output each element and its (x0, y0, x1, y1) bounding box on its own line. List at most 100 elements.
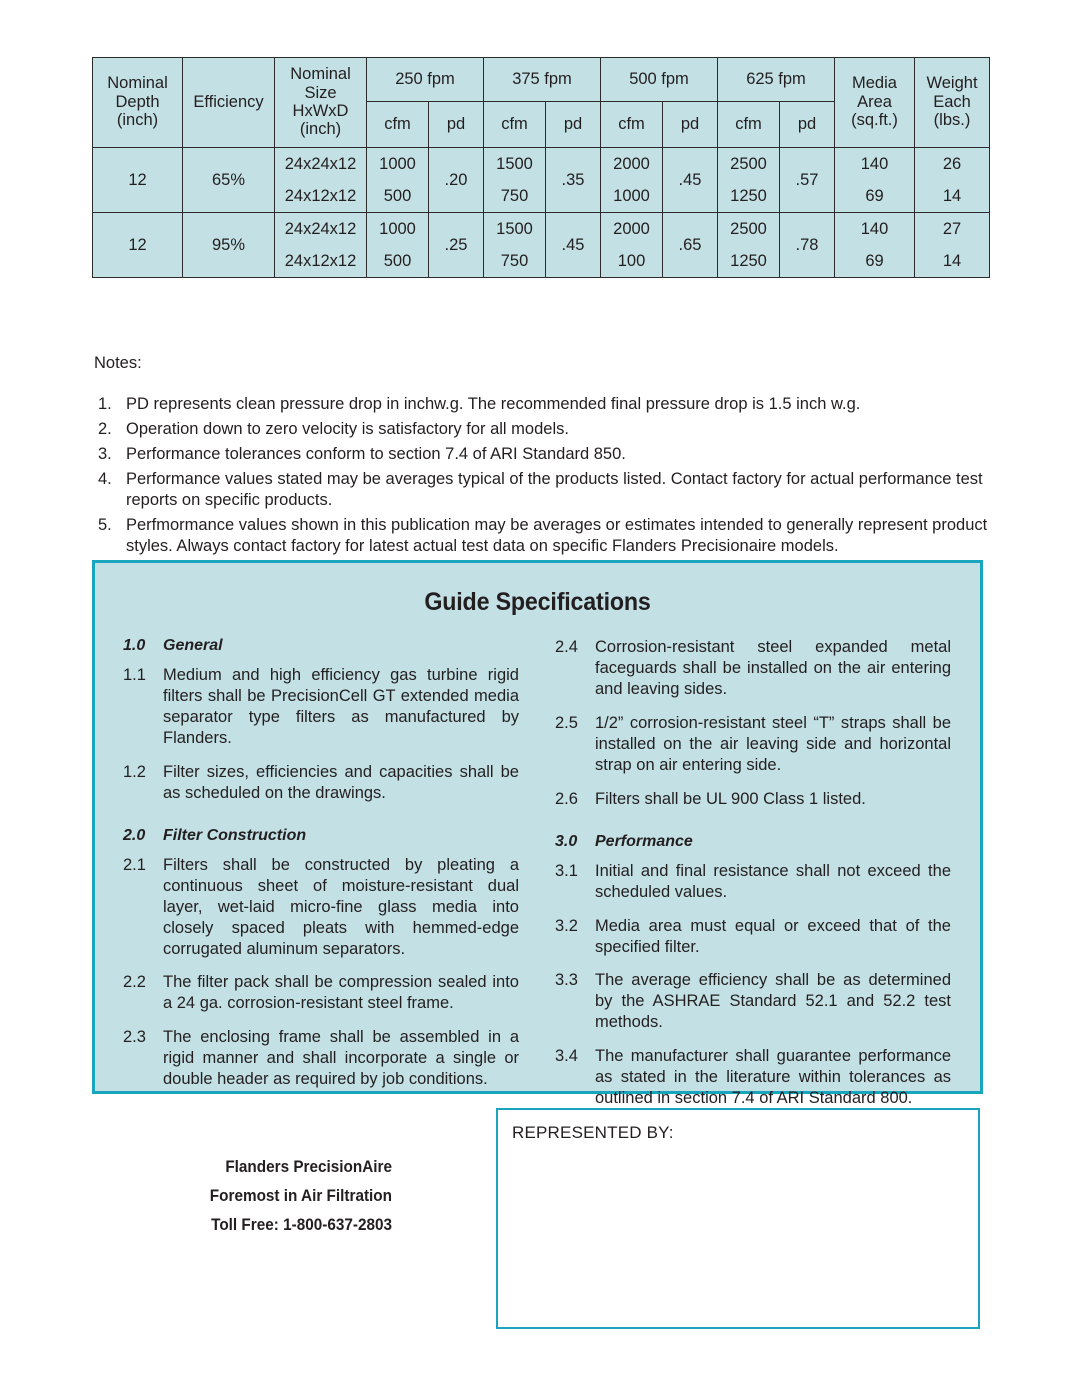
value-line: 1000 (613, 187, 650, 205)
section-number: 1.0 (123, 637, 146, 654)
header-cfm-625: cfm (717, 101, 780, 148)
header-pd-250: pd (428, 101, 484, 148)
value-line: 1250 (730, 187, 767, 205)
spec-item-2-1: 2.1 Filters shall be constructed by plea… (123, 855, 519, 960)
cell-efficiency: 65% (182, 147, 275, 213)
cell-cfm-250: 1000 500 (366, 212, 429, 278)
spec-number: 1.2 (123, 762, 146, 781)
header-cfm-500: cfm (600, 101, 663, 148)
value-line: 24x12x12 (284, 252, 357, 270)
spec-number: 3.1 (555, 861, 578, 880)
cell-cfm-375: 1500 750 (483, 212, 546, 278)
value-line: 26 (942, 155, 962, 173)
spec-text: The average efficiency shall be as deter… (595, 971, 951, 1032)
value-line: 2000 (613, 220, 650, 238)
brand-tagline: Foremost in Air Filtration (209, 1186, 392, 1206)
value-line: 1000 (379, 155, 416, 173)
spec-item-2-4: 2.4 Corrosion-resistant steel expanded m… (555, 637, 951, 700)
value-line: 750 (500, 187, 529, 205)
value-line: 69 (865, 252, 884, 270)
header-group-625fpm: 625 fpm (717, 57, 835, 102)
header-line: (lbs.) (933, 111, 971, 130)
header-line: Nominal (107, 74, 168, 93)
spec-item-1-2: 1.2 Filter sizes, efficiencies and capac… (123, 762, 519, 804)
spec-number: 2.6 (555, 789, 578, 808)
spec-item-3-4: 3.4 The manufacturer shall guarantee per… (555, 1046, 951, 1109)
note-item: 5. Perfmormance values shown in this publ… (94, 515, 994, 557)
note-number: 3. (98, 444, 112, 463)
spec-text: The filter pack shall be compression sea… (163, 973, 519, 1013)
note-number: 5. (98, 516, 112, 535)
value-line: 27 (942, 220, 962, 238)
header-nominal-depth: Nominal Depth (inch) (92, 57, 183, 148)
section-title: General (163, 637, 223, 654)
cell-pd-375: .35 (545, 147, 601, 213)
footer-brand-block: Flanders PrecisionAire Foremost in Air F… (174, 1152, 392, 1240)
note-text: Performance tolerances conform to sectio… (126, 444, 626, 463)
header-media-area: Media Area (sq.ft.) (834, 57, 915, 148)
header-nominal-size: Nominal Size HxWxD (inch) (274, 57, 367, 148)
cell-pd-375: .45 (545, 212, 601, 278)
cell-pd-250: .20 (428, 147, 484, 213)
cell-pd-625: .57 (779, 147, 835, 213)
value-line: 24x24x12 (284, 220, 357, 238)
header-cfm-375: cfm (483, 101, 546, 148)
value-line: 14 (942, 187, 962, 205)
guide-left-column: 1.0 General 1.1 Medium and high efficien… (123, 637, 519, 1122)
cell-cfm-625: 2500 1250 (717, 147, 780, 213)
header-cfm-250: cfm (366, 101, 429, 148)
header-line: HxWxD (292, 102, 349, 120)
guide-right-column: 2.4 Corrosion-resistant steel expanded m… (555, 637, 951, 1122)
spec-number: 2.1 (123, 855, 146, 874)
header-line: Nominal (290, 65, 351, 84)
header-weight-each: Weight Each (lbs.) (914, 57, 990, 148)
note-item: 3. Performance tolerances conform to sect… (94, 444, 994, 465)
value-line: 1250 (730, 252, 767, 270)
value-line: 750 (500, 252, 529, 270)
guide-specifications-panel: Guide Specifications 1.0 General 1.1 Med… (92, 560, 983, 1107)
performance-table: Nominal Depth (inch) Efficiency Nominal … (92, 57, 990, 278)
spec-text: Initial and final resistance shall not e… (595, 861, 951, 901)
value-line: 2500 (730, 155, 767, 173)
spec-text: Media area must equal or exceed that of … (595, 916, 951, 956)
value-line: 100 (617, 252, 646, 270)
value-line: 1500 (496, 155, 533, 173)
guide-columns: 1.0 General 1.1 Medium and high efficien… (95, 637, 980, 1122)
header-efficiency: Efficiency (182, 57, 275, 148)
spec-text: Filters shall be constructed by pleating… (163, 855, 519, 958)
spec-text: The manufacturer shall guarantee perform… (595, 1047, 951, 1108)
cell-depth: 12 (92, 212, 183, 278)
spec-item-1-1: 1.1 Medium and high efficiency gas turbi… (123, 665, 519, 749)
represented-by-label: REPRESENTED BY: (512, 1123, 674, 1142)
spec-number: 2.3 (123, 1028, 146, 1047)
spec-item-3-3: 3.3 The average efficiency shall be as d… (555, 970, 951, 1033)
value-line: 1000 (379, 220, 416, 238)
value-line: 69 (865, 187, 884, 205)
note-item: 4. Performance values stated may be avera… (94, 469, 994, 511)
header-line: (sq.ft.) (851, 111, 898, 130)
note-number: 1. (98, 394, 112, 413)
value-line: 140 (860, 155, 889, 173)
table-row: 12 65% 24x24x12 24x12x12 1000 500 .20 15… (92, 147, 990, 213)
spec-item-3-2: 3.2 Media area must equal or exceed that… (555, 916, 951, 958)
header-line: Media (852, 74, 897, 93)
header-pd-625: pd (779, 101, 835, 148)
represented-by-box[interactable]: REPRESENTED BY: (496, 1108, 980, 1329)
note-number: 2. (98, 419, 112, 438)
table-row: 12 95% 24x24x12 24x12x12 1000 500 .25 15… (92, 212, 990, 278)
guide-specifications-title: Guide Specifications (424, 588, 651, 616)
value-line: 2000 (613, 155, 650, 173)
cell-media-area: 140 69 (834, 212, 915, 278)
cell-sizes: 24x24x12 24x12x12 (274, 147, 367, 213)
cell-cfm-625: 2500 1250 (717, 212, 780, 278)
spec-text: Filter sizes, efficiencies and capacitie… (163, 762, 519, 802)
spec-number: 1.1 (123, 666, 146, 684)
header-line: Size (304, 83, 337, 102)
brand-name: Flanders PrecisionAire (225, 1157, 392, 1176)
cell-cfm-250: 1000 500 (366, 147, 429, 213)
section-heading-3: 3.0 Performance (555, 833, 951, 851)
cell-pd-500: .45 (662, 147, 718, 213)
note-item: 2. Operation down to zero velocity is sat… (94, 419, 994, 440)
table-head: Nominal Depth (inch) Efficiency Nominal … (92, 57, 990, 148)
cell-pd-250: .25 (428, 212, 484, 278)
